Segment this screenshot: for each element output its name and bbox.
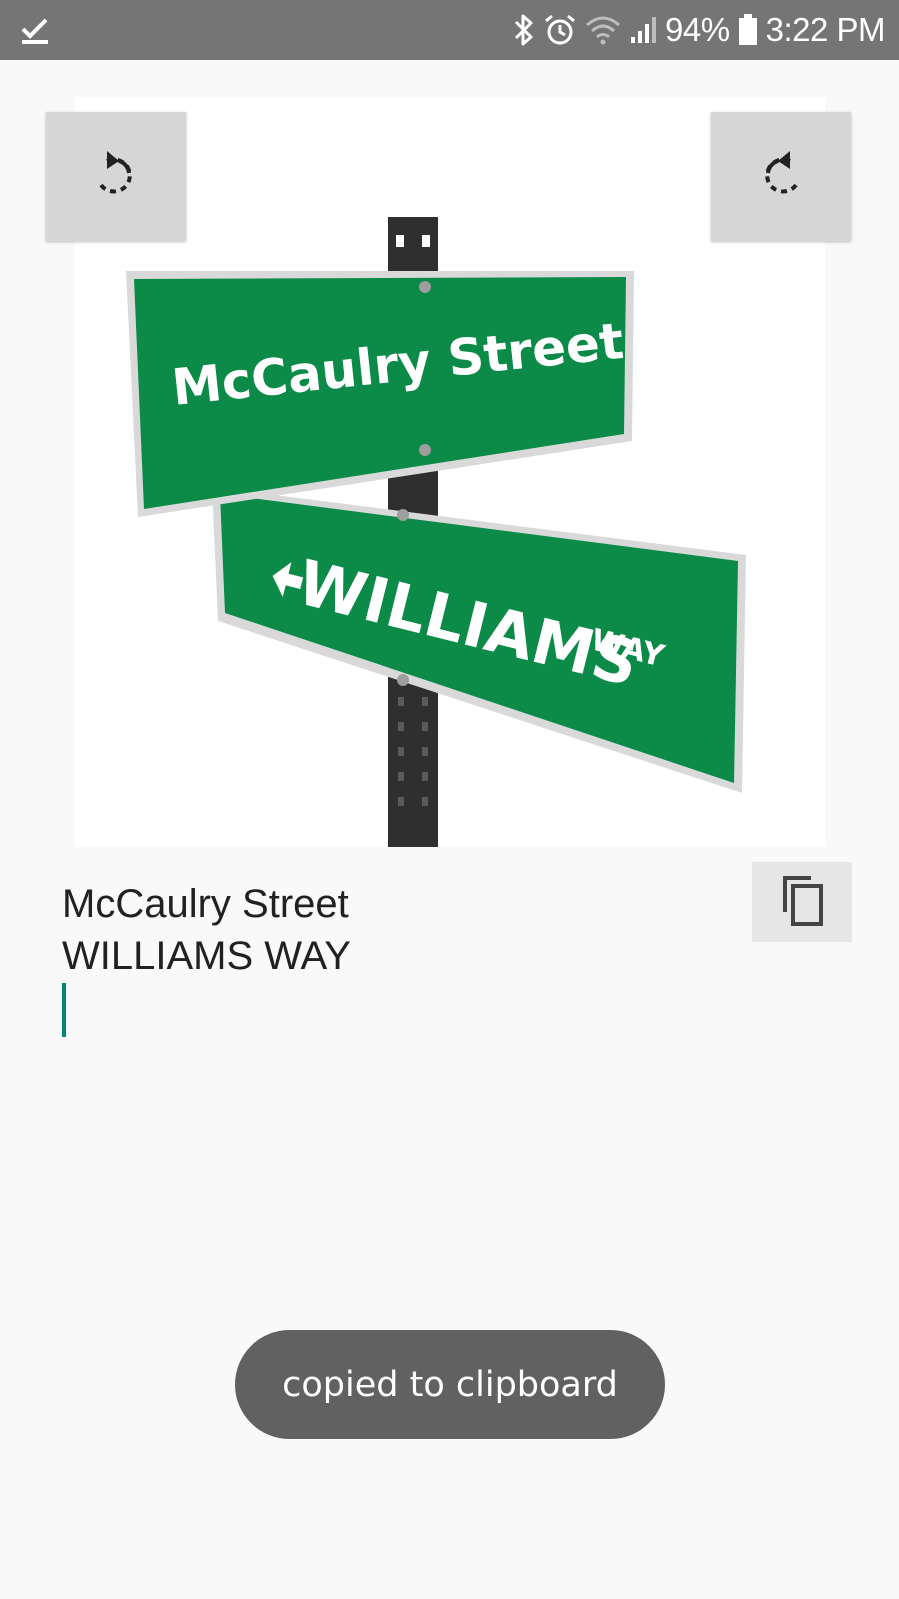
toast-message: copied to clipboard [235,1330,665,1439]
recognized-text-line-1: McCaulry Street [62,882,349,926]
rotate-right-icon [758,149,804,204]
wifi-icon [585,15,621,45]
recognized-text-field[interactable]: McCaulry Street WILLIAMS WAY [62,878,351,982]
copy-button[interactable] [752,862,852,942]
alarm-icon [543,13,577,47]
rotate-left-button[interactable] [46,112,186,241]
signal-icon [629,15,657,45]
battery-icon [738,14,758,46]
status-bar: 94% 3:22 PM [0,0,899,60]
bluetooth-icon [513,13,535,47]
rotate-right-button[interactable] [711,112,851,241]
copy-icon [777,872,827,933]
status-icons: 94% 3:22 PM [513,0,886,60]
rotate-left-icon [93,149,139,204]
download-done-icon [20,16,50,46]
recognized-text-line-2: WILLIAMS WAY [62,934,351,978]
clock: 3:22 PM [765,11,886,48]
text-cursor [62,983,66,1037]
battery-percent: 94% [665,11,730,48]
